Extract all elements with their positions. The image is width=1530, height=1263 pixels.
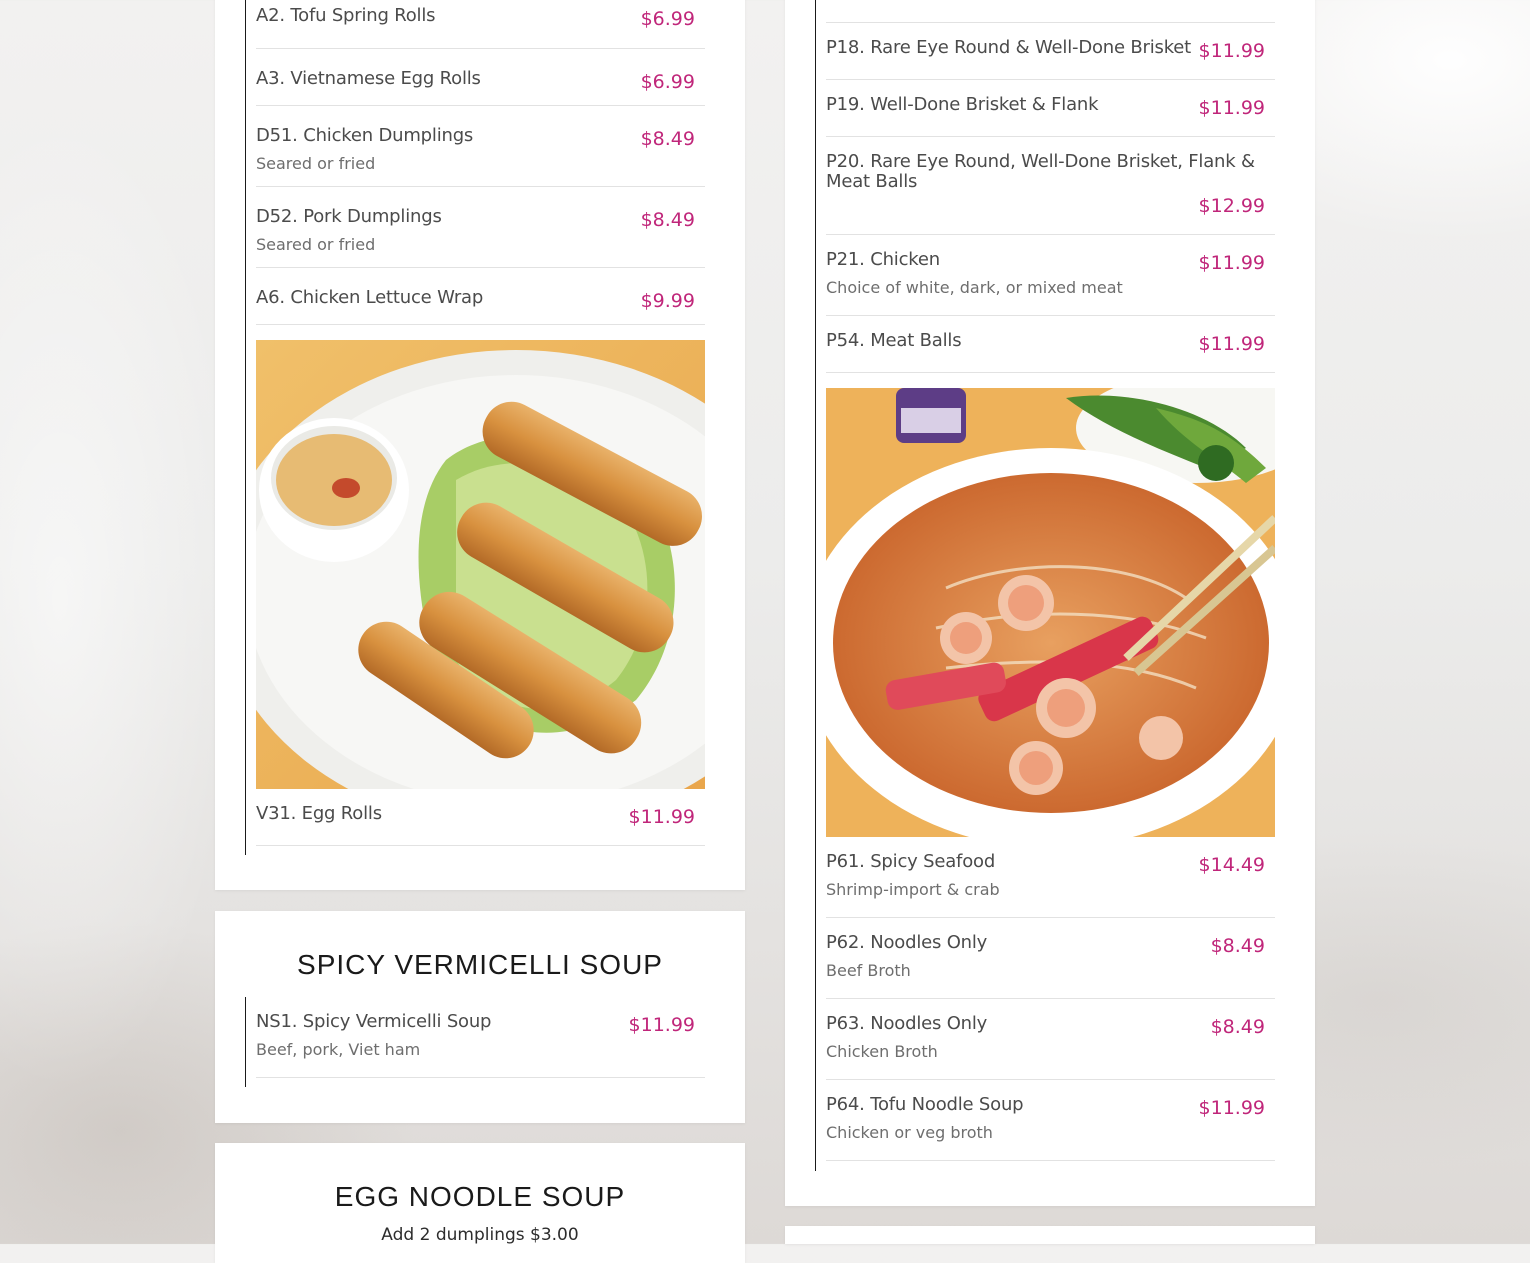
item-name: P19. Well-Done Brisket & Flank — [826, 94, 1099, 115]
item-name: P61. Spicy Seafood — [826, 851, 996, 872]
item-price: $6.99 — [640, 71, 695, 93]
section-title: EGG NOODLE SOUP — [334, 1181, 626, 1212]
menu-item[interactable]: P21. Chicken $11.99 Choice of white, dar… — [826, 235, 1275, 316]
next-section-card — [785, 1226, 1315, 1244]
spicy-vermicelli-card: SPICY VERMICELLI SOUP NS1. Spicy Vermice… — [215, 911, 745, 1123]
item-description: Beef Broth — [826, 961, 911, 980]
pho-list: P18. Rare Eye Round & Well-Done Brisket … — [815, 0, 1296, 1171]
menu-item[interactable]: P64. Tofu Noodle Soup $11.99 Chicken or … — [826, 1080, 1275, 1161]
menu-item[interactable]: A6. Chicken Lettuce Wrap $9.99 — [256, 268, 705, 325]
menu-item[interactable]: P61. Spicy Seafood $14.49 Shrimp-import … — [826, 837, 1275, 918]
item-name: P21. Chicken — [826, 249, 940, 270]
item-name: V31. Egg Rolls — [256, 803, 382, 824]
item-name: A3. Vietnamese Egg Rolls — [256, 68, 481, 89]
appetizers-list: A2. Tofu Spring Rolls $6.99 A3. Vietname… — [245, 0, 726, 855]
item-price: $11.99 — [1198, 40, 1265, 62]
item-name: P64. Tofu Noodle Soup — [826, 1094, 1024, 1115]
item-name: P20. Rare Eye Round, Well-Done Brisket, … — [826, 151, 1255, 192]
item-description: Beef, pork, Viet ham — [256, 1040, 421, 1059]
item-price: $11.99 — [628, 806, 695, 828]
egg-noodle-card: EGG NOODLE SOUP Add 2 dumplings $3.00 — [215, 1143, 745, 1263]
appetizers-card: A2. Tofu Spring Rolls $6.99 A3. Vietname… — [215, 0, 745, 890]
menu-item[interactable]: NS1. Spicy Vermicelli Soup $11.99 Beef, … — [256, 997, 705, 1078]
section-note: Add 2 dumplings $3.00 — [381, 1225, 579, 1245]
item-description: Chicken Broth — [826, 1042, 938, 1061]
menu-item[interactable]: A2. Tofu Spring Rolls $6.99 — [256, 0, 705, 49]
item-name: A2. Tofu Spring Rolls — [256, 5, 436, 26]
menu-item[interactable]: D52. Pork Dumplings $8.49 Seared or frie… — [256, 187, 705, 268]
egg-rolls-photo[interactable] — [256, 340, 705, 789]
spicy-vermicelli-list: NS1. Spicy Vermicelli Soup $11.99 Beef, … — [245, 997, 726, 1087]
item-price: $12.99 — [1198, 195, 1265, 217]
item-description: Seared or fried — [256, 154, 376, 173]
item-price: $11.99 — [1198, 1097, 1265, 1119]
item-price: $11.99 — [628, 1014, 695, 1036]
menu-item[interactable]: P54. Meat Balls $11.99 — [826, 316, 1275, 373]
item-price: $6.99 — [640, 8, 695, 30]
menu-item[interactable] — [826, 0, 1275, 23]
item-price: $9.99 — [640, 290, 695, 312]
item-name: P63. Noodles Only — [826, 1013, 988, 1034]
section-title: SPICY VERMICELLI SOUP — [297, 949, 663, 980]
item-price: $8.49 — [1210, 935, 1265, 957]
item-name: P18. Rare Eye Round & Well-Done Brisket — [826, 37, 1192, 58]
item-name: A6. Chicken Lettuce Wrap — [256, 287, 484, 308]
menu-item[interactable]: P19. Well-Done Brisket & Flank $11.99 — [826, 80, 1275, 137]
menu-item[interactable]: D51. Chicken Dumplings $8.49 Seared or f… — [256, 106, 705, 187]
item-description: Seared or fried — [256, 235, 376, 254]
item-description: Choice of white, dark, or mixed meat — [826, 278, 1123, 297]
menu-item[interactable]: P62. Noodles Only $8.49 Beef Broth — [826, 918, 1275, 999]
item-description: Shrimp-import & crab — [826, 880, 1000, 899]
item-price: $14.49 — [1198, 854, 1265, 876]
item-price: $8.49 — [640, 209, 695, 231]
item-name: D51. Chicken Dumplings — [256, 125, 474, 146]
item-name: P62. Noodles Only — [826, 932, 988, 953]
item-price: $8.49 — [1210, 1016, 1265, 1038]
menu-item[interactable]: A3. Vietnamese Egg Rolls $6.99 — [256, 49, 705, 106]
item-name: NS1. Spicy Vermicelli Soup — [256, 1011, 492, 1032]
menu-item[interactable]: P63. Noodles Only $8.49 Chicken Broth — [826, 999, 1275, 1080]
menu-item[interactable]: P20. Rare Eye Round, Well-Done Brisket, … — [826, 137, 1275, 235]
item-name: D52. Pork Dumplings — [256, 206, 442, 227]
menu-item[interactable]: V31. Egg Rolls $11.99 — [256, 789, 705, 846]
item-description: Chicken or veg broth — [826, 1123, 993, 1142]
item-price: $8.49 — [640, 128, 695, 150]
pho-card: P18. Rare Eye Round & Well-Done Brisket … — [785, 0, 1315, 1206]
item-price: $11.99 — [1198, 252, 1265, 274]
menu-item[interactable]: P18. Rare Eye Round & Well-Done Brisket … — [826, 23, 1275, 80]
item-price: $11.99 — [1198, 97, 1265, 119]
item-name: P54. Meat Balls — [826, 330, 962, 351]
seafood-pho-photo[interactable] — [826, 388, 1275, 837]
item-price: $11.99 — [1198, 333, 1265, 355]
